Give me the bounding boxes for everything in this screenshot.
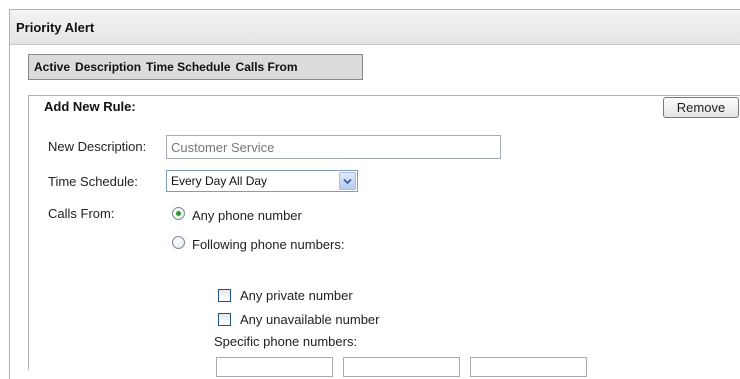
column-header-calls-from[interactable]: Calls From — [236, 60, 298, 74]
column-header-active[interactable]: Active — [34, 60, 70, 74]
unavailable-number-label[interactable]: Any unavailable number — [240, 312, 379, 327]
rules-table-header: Active Description Time Schedule Calls F… — [28, 54, 363, 80]
time-schedule-label: Time Schedule: — [48, 174, 138, 189]
any-number-label[interactable]: Any phone number — [192, 208, 302, 223]
add-rule-form: Add New Rule: Remove New Description: Ti… — [28, 95, 740, 377]
time-schedule-select[interactable]: Every Day All Day — [166, 170, 358, 192]
panel-header: Priority Alert — [10, 10, 740, 45]
unavailable-number-checkbox[interactable] — [218, 313, 231, 326]
radio-selected-dot — [176, 211, 181, 216]
following-numbers-label[interactable]: Following phone numbers: — [192, 237, 344, 252]
phone-number-input-1[interactable] — [216, 357, 333, 377]
phone-number-input-2[interactable] — [343, 357, 460, 377]
following-numbers-radio[interactable] — [172, 236, 185, 249]
column-header-time-schedule[interactable]: Time Schedule — [146, 60, 230, 74]
column-header-description[interactable]: Description — [75, 60, 141, 74]
chevron-down-icon[interactable] — [339, 172, 356, 190]
description-label: New Description: — [48, 139, 147, 154]
calls-from-label: Calls From: — [48, 206, 115, 221]
remove-button[interactable]: Remove — [663, 97, 739, 118]
description-input[interactable] — [166, 135, 501, 159]
private-number-label[interactable]: Any private number — [240, 288, 353, 303]
phone-number-input-3[interactable] — [470, 357, 587, 377]
add-rule-title: Add New Rule: — [44, 99, 136, 114]
private-number-checkbox[interactable] — [218, 289, 231, 302]
specific-numbers-label: Specific phone numbers: — [214, 334, 358, 349]
time-schedule-value: Every Day All Day — [171, 174, 268, 188]
panel-title: Priority Alert — [16, 20, 95, 35]
any-number-radio[interactable] — [172, 207, 185, 220]
